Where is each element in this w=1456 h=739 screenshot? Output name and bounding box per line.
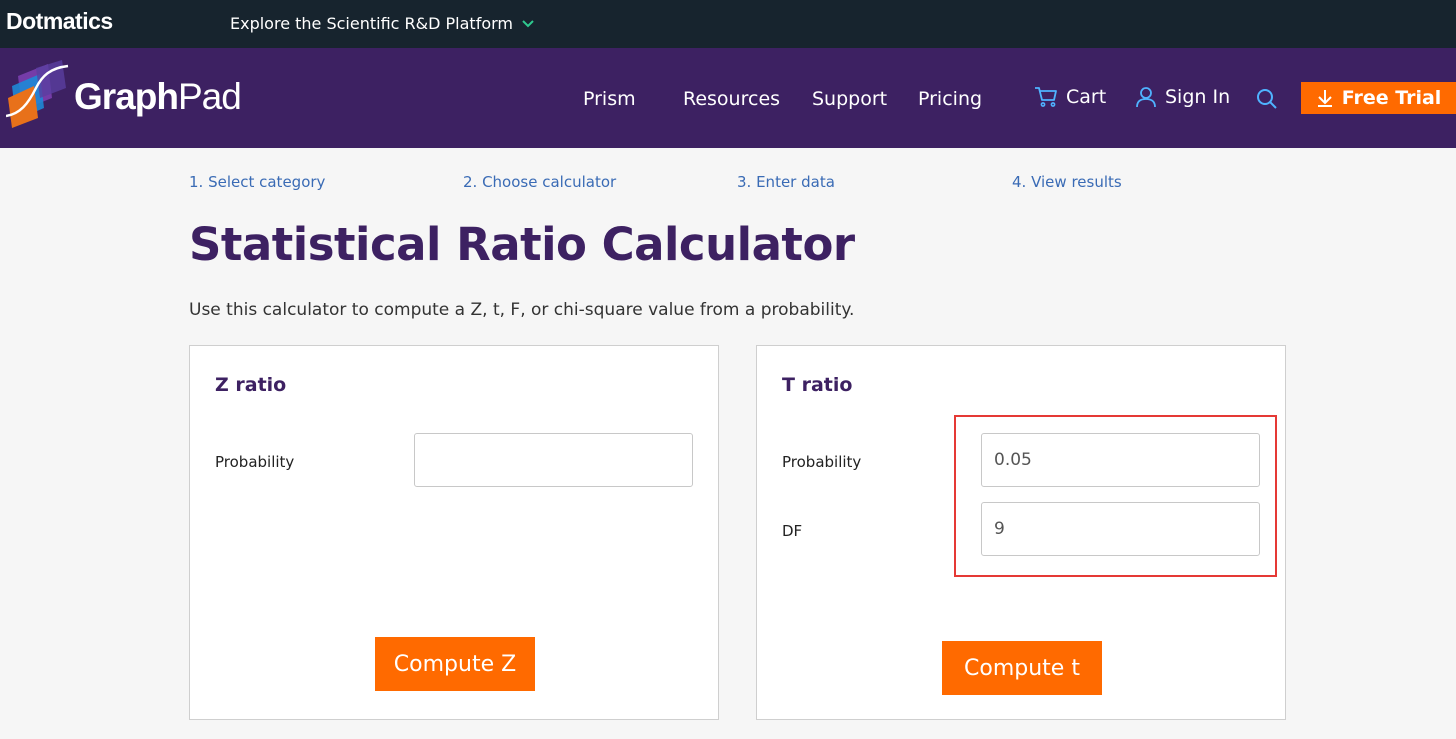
chevron-down-icon xyxy=(522,19,534,27)
t-df-input[interactable] xyxy=(981,502,1260,556)
graphpad-wordmark: GraphPad xyxy=(74,76,242,117)
z-ratio-title: Z ratio xyxy=(215,374,287,396)
t-ratio-panel: T ratio Probability DF Compute t xyxy=(756,345,1286,720)
compute-t-button[interactable]: Compute t xyxy=(942,641,1102,695)
t-probability-input[interactable] xyxy=(981,433,1260,487)
cart-label: Cart xyxy=(1066,86,1107,108)
nav-sign-in[interactable]: Sign In xyxy=(1135,86,1230,108)
nav-support[interactable]: Support xyxy=(812,88,887,110)
explore-platform-label: Explore the Scientific R&D Platform xyxy=(230,14,514,33)
sign-in-label: Sign In xyxy=(1165,86,1231,108)
cart-icon xyxy=(1035,87,1057,107)
free-trial-button[interactable]: Free Trial xyxy=(1301,82,1456,114)
search-icon xyxy=(1257,89,1277,109)
z-ratio-panel: Z ratio Probability Compute Z xyxy=(189,345,719,720)
t-df-label: DF xyxy=(782,522,803,540)
step-choose-calculator[interactable]: 2. Choose calculator xyxy=(463,173,616,191)
user-icon xyxy=(1136,87,1156,108)
free-trial-label: Free Trial xyxy=(1341,87,1442,109)
top-bar: Dotmatics Explore the Scientific R&D Pla… xyxy=(0,0,1456,48)
download-icon xyxy=(1317,90,1332,107)
nav-pricing[interactable]: Pricing xyxy=(918,88,982,110)
nav-cart[interactable]: Cart xyxy=(1034,86,1106,108)
main-nav: GraphPad Prism Resources Support Pricing… xyxy=(0,48,1456,148)
page-intro: Use this calculator to compute a Z, t, F… xyxy=(189,300,855,320)
nav-resources[interactable]: Resources xyxy=(683,88,780,110)
z-probability-input[interactable] xyxy=(414,433,693,487)
step-enter-data[interactable]: 3. Enter data xyxy=(737,173,835,191)
graphpad-logo[interactable]: GraphPad xyxy=(6,58,246,133)
compute-z-button[interactable]: Compute Z xyxy=(375,637,535,691)
page-title: Statistical Ratio Calculator xyxy=(189,218,855,271)
t-ratio-title: T ratio xyxy=(782,374,853,396)
z-probability-label: Probability xyxy=(215,453,295,471)
dotmatics-logo[interactable]: Dotmatics xyxy=(6,8,113,35)
explore-platform-menu[interactable]: Explore the Scientific R&D Platform xyxy=(230,14,535,33)
t-probability-label: Probability xyxy=(782,453,862,471)
search-button[interactable] xyxy=(1256,88,1278,114)
graphpad-logo-mark-icon xyxy=(6,60,69,128)
step-view-results[interactable]: 4. View results xyxy=(1012,173,1122,191)
nav-prism[interactable]: Prism xyxy=(583,88,636,110)
step-select-category[interactable]: 1. Select category xyxy=(189,173,325,191)
